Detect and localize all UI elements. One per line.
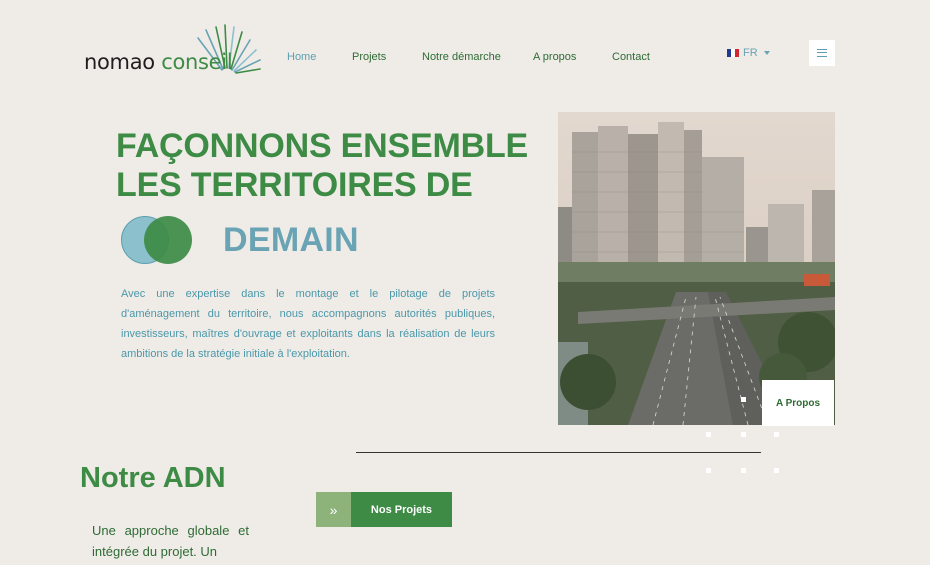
nav-notre-demarche[interactable]: Notre démarche	[422, 51, 501, 63]
hero-description: Avec une expertise dans le montage et le…	[121, 288, 495, 360]
nav-home[interactable]: Home	[287, 51, 316, 63]
language-selector[interactable]: FR	[727, 44, 773, 62]
language-label: FR	[743, 47, 758, 59]
nos-projets-label: Nos Projets	[351, 492, 452, 527]
france-flag-icon	[727, 49, 739, 57]
hero-title-line1: FAÇONNONS ENSEMBLE	[116, 127, 528, 165]
overlapping-circles-icon	[121, 215, 193, 265]
a-propos-card-link[interactable]: A Propos	[762, 380, 834, 426]
brand-logo[interactable]: nomao conseil	[84, 24, 261, 74]
hero-title: FAÇONNONS ENSEMBLE LES TERRITOIRES DE	[116, 127, 528, 205]
nav-projets[interactable]: Projets	[352, 51, 386, 63]
menu-icon	[817, 49, 827, 57]
hero-title-line3: DEMAIN	[223, 221, 359, 259]
hero-title-line2: LES TERRITOIRES DE	[116, 166, 473, 204]
adn-title: Notre ADN	[80, 462, 226, 494]
logo-wordmark: nomao conseil	[84, 50, 233, 74]
hamburger-menu-button[interactable]	[809, 40, 835, 66]
city-highway-photo	[558, 112, 835, 425]
adn-description: Une approche globale et intégrée du proj…	[92, 523, 249, 559]
nos-projets-button[interactable]: » Nos Projets	[316, 492, 452, 527]
chevron-down-icon	[763, 51, 770, 55]
nav-a-propos[interactable]: A propos	[533, 51, 576, 63]
section-divider	[356, 452, 761, 453]
double-chevron-right-icon: »	[316, 492, 351, 527]
nav-contact[interactable]: Contact	[612, 51, 650, 63]
